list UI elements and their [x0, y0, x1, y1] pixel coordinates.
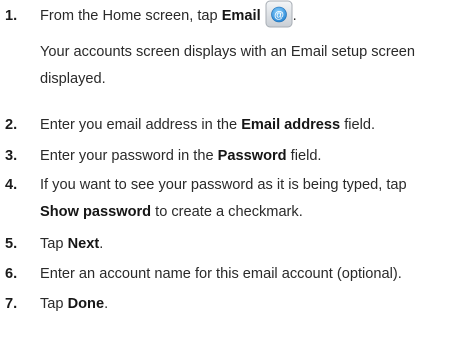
step-text: If you want to see your password as it i… — [40, 177, 407, 220]
step-text: Enter an account name for this email acc… — [40, 266, 402, 282]
step-text: Enter you email address in the Email add… — [40, 117, 376, 133]
email-app-icon: @ — [265, 0, 293, 28]
step-number: 5. — [5, 236, 18, 252]
step-number: 7. — [5, 296, 18, 312]
show-password-label: Show password — [40, 204, 152, 220]
instruction-steps: 1. From the Home screen, tap Email @ . Y… — [0, 0, 469, 345]
step-text: Tap Done. — [40, 296, 109, 312]
step-number: 3. — [5, 148, 18, 164]
next-label: Next — [67, 236, 100, 252]
step-number: 1. — [5, 8, 18, 24]
email-label: Email — [221, 8, 261, 24]
step-text: Tap Next. — [40, 236, 104, 252]
step-number: 4. — [5, 177, 18, 193]
password-label: Password — [217, 148, 287, 164]
step-number: 2. — [5, 117, 18, 133]
step-line: From the Home screen, tap Email @ . — [40, 0, 468, 30]
svg-text:@: @ — [274, 10, 284, 21]
step-text: Enter your password in the Password fiel… — [40, 148, 322, 164]
done-label: Done — [67, 296, 105, 312]
step-number: 6. — [5, 266, 18, 282]
email-address-label: Email address — [241, 117, 341, 133]
step-note-line: displayed. — [40, 71, 106, 87]
step-note-line: Your accounts screen displays with an Em… — [40, 44, 416, 60]
step-text: From the Home screen, tap Email @ . Your… — [40, 0, 468, 93]
